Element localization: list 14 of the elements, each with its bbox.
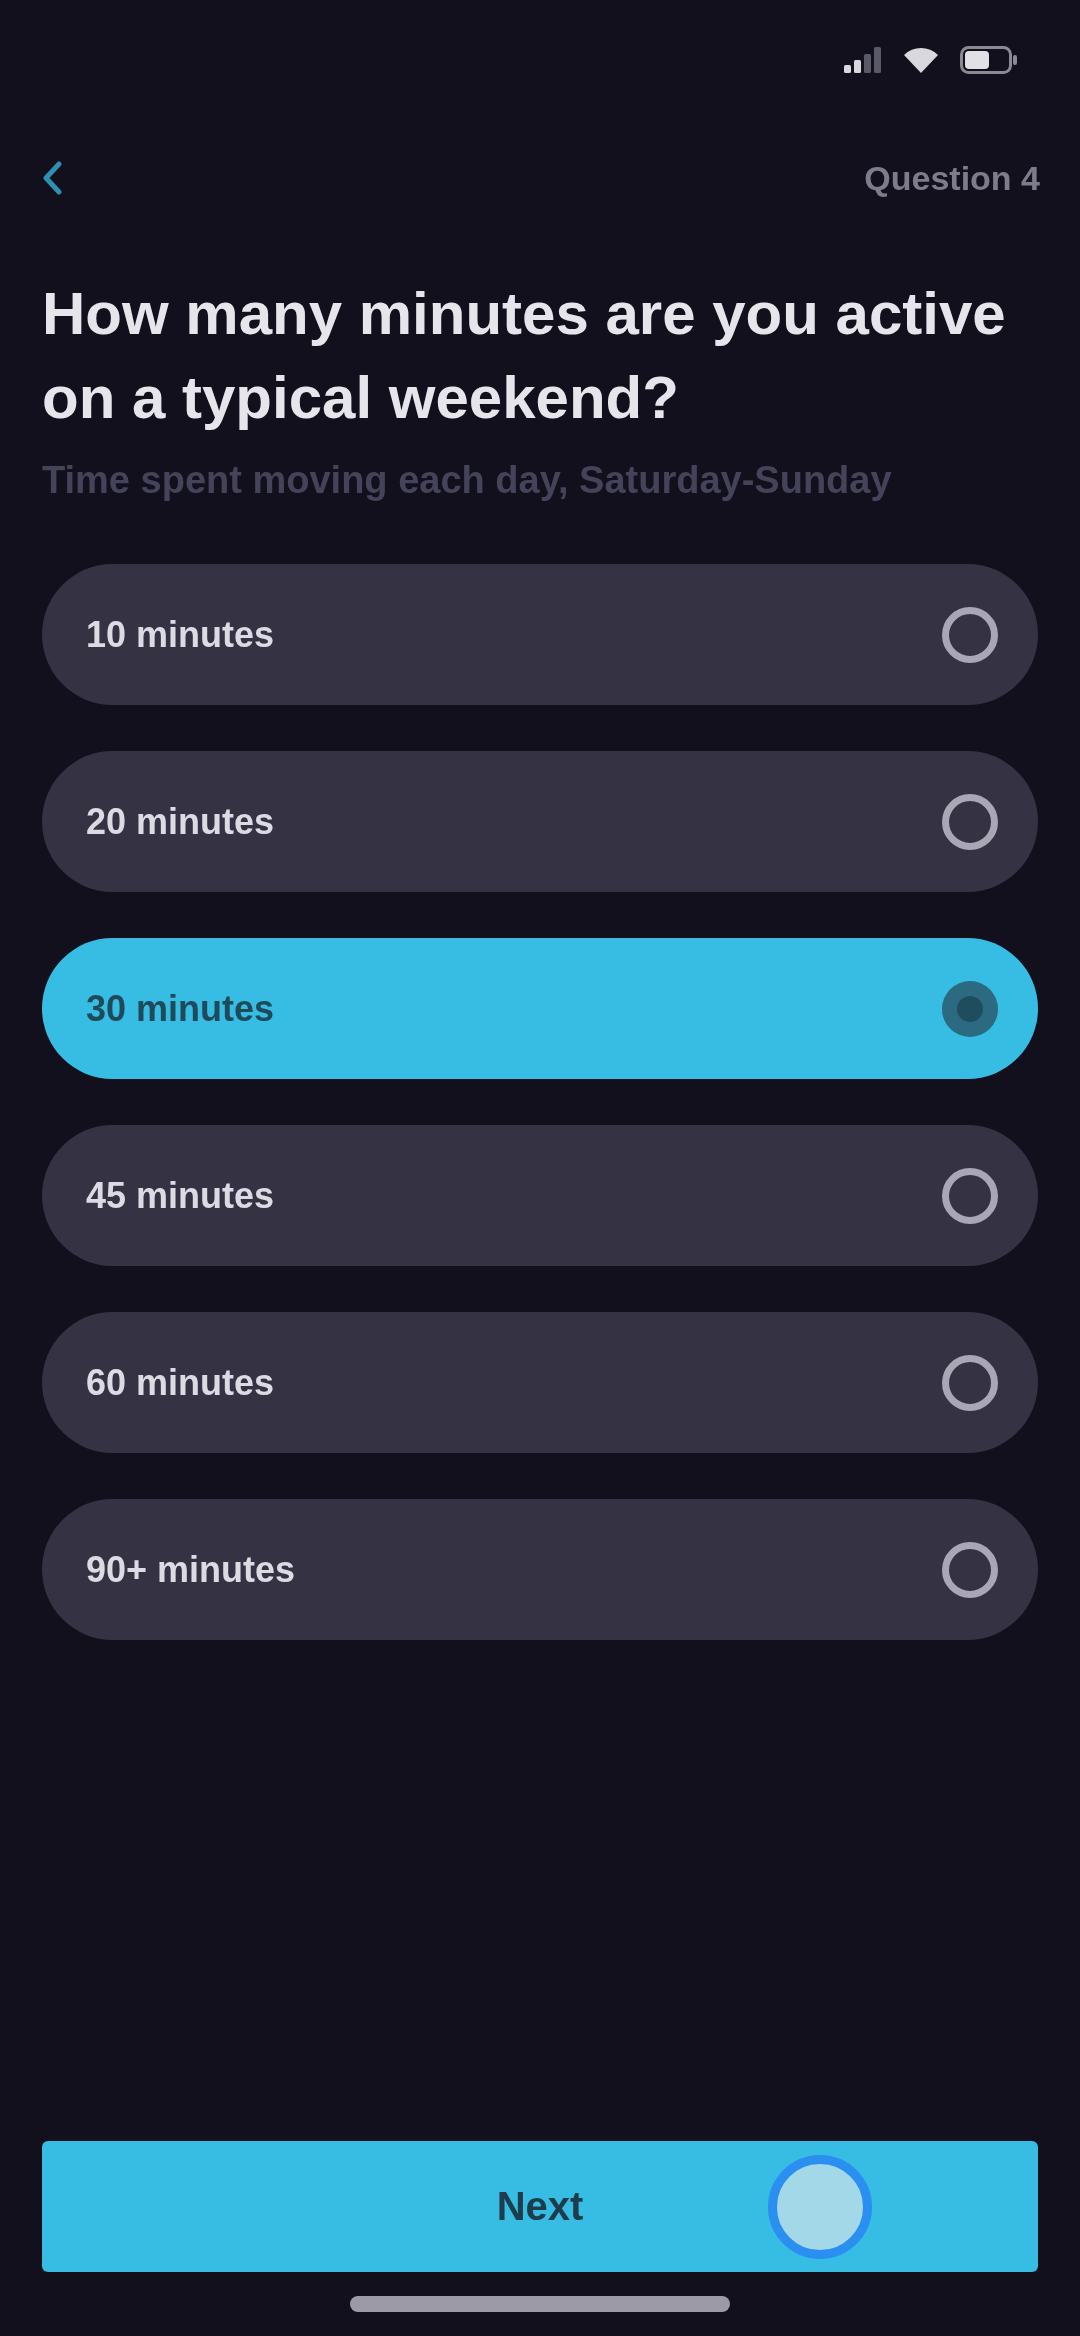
chevron-left-icon [42, 161, 62, 195]
answer-option[interactable]: 90+ minutes [42, 1499, 1038, 1640]
question-title: How many minutes are you active on a typical weekend? [42, 279, 1007, 433]
answer-option[interactable]: 45 minutes [42, 1125, 1038, 1266]
battery-icon [960, 46, 1018, 74]
answer-option[interactable]: 60 minutes [42, 1312, 1038, 1453]
next-button[interactable]: Next [42, 2141, 1038, 2272]
answer-option[interactable]: 20 minutes [42, 751, 1038, 892]
answer-option[interactable]: 10 minutes [42, 564, 1038, 705]
question-counter: Question 4 [864, 158, 1040, 198]
wifi-icon [904, 47, 938, 73]
question-subtitle: Time spent moving each day, Saturday-Sunday [42, 458, 893, 503]
signal-icon [844, 47, 882, 73]
answer-option[interactable]: 30 minutes [42, 938, 1038, 1079]
